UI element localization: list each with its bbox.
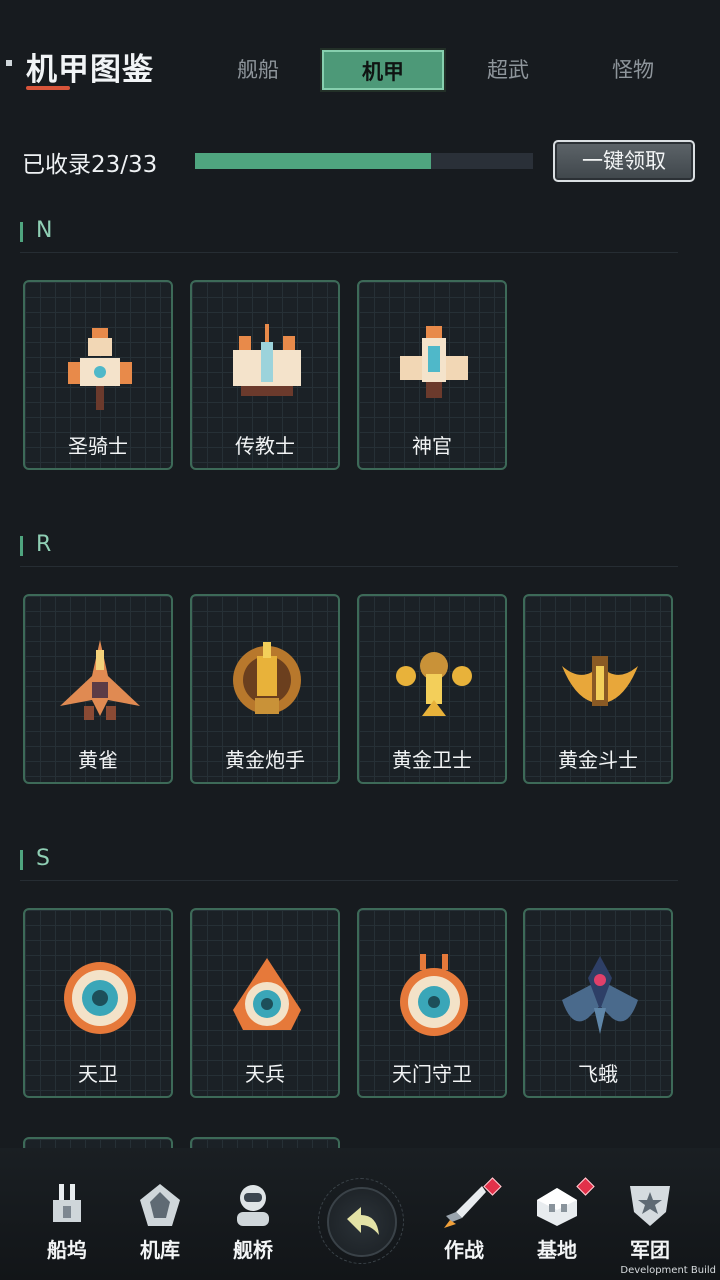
tab-ships[interactable]: 舰船: [197, 50, 319, 90]
title-underline: [26, 86, 70, 90]
notification-badge: [576, 1177, 595, 1196]
section-rarity-label: S: [36, 846, 50, 871]
section-marker: [20, 536, 23, 556]
development-build-label: Development Build: [620, 1265, 716, 1276]
tab-super-weapons[interactable]: 超武: [447, 50, 569, 90]
nav-label: 作战: [444, 1238, 484, 1262]
notification-badge: [483, 1177, 502, 1196]
mech-name: 神官: [412, 434, 452, 458]
section-marker: [20, 222, 23, 242]
mech-name: 天门守卫: [392, 1062, 472, 1086]
nav-battle[interactable]: 作战: [424, 1177, 504, 1268]
section-divider: [20, 252, 678, 253]
mech-card-paladin[interactable]: 圣骑士: [23, 280, 173, 470]
mech-name: 飞蛾: [578, 1062, 618, 1086]
legion-emblem-icon: [630, 1186, 670, 1226]
nav-label: 军团: [630, 1238, 670, 1262]
mech-card-golden-gunner[interactable]: 黄金炮手: [190, 594, 340, 784]
back-arrow-icon: [347, 1207, 379, 1235]
nav-base[interactable]: 基地: [517, 1177, 597, 1268]
nav-label: 机库: [140, 1238, 180, 1262]
section-divider: [20, 566, 678, 567]
title-marker: [6, 60, 12, 66]
missionary-mech-icon: [233, 324, 301, 396]
mech-name: 黄金斗士: [558, 748, 638, 772]
bridge-astronaut-icon: [237, 1185, 269, 1226]
mech-card-priest[interactable]: 神官: [357, 280, 507, 470]
paladin-mech-icon: [68, 328, 132, 410]
nav-label: 基地: [537, 1238, 577, 1262]
mech-card-sky-soldier[interactable]: 天兵: [190, 908, 340, 1098]
collection-progress-fill: [195, 153, 431, 169]
base-building-icon: [537, 1188, 577, 1226]
oriole-mech-icon: [60, 640, 140, 720]
collection-progress-label: 已收录23/33: [22, 152, 158, 178]
battle-rocket-icon: [444, 1186, 486, 1228]
section-marker: [20, 850, 23, 870]
nav-label: 船坞: [47, 1238, 87, 1262]
back-button[interactable]: [327, 1187, 397, 1257]
section-divider: [20, 880, 678, 881]
mech-card-missionary[interactable]: 传教士: [190, 280, 340, 470]
page-title: 机甲图鉴: [26, 52, 154, 88]
mech-card-oriole[interactable]: 黄雀: [23, 594, 173, 784]
golden-fighter-mech-icon: [562, 656, 638, 706]
tab-monsters[interactable]: 怪物: [572, 50, 694, 90]
collection-progress-bar: [195, 153, 533, 169]
mech-card-sky-guard[interactable]: 天卫: [23, 908, 173, 1098]
mech-name: 黄金卫士: [392, 748, 472, 772]
section-rarity-label: R: [36, 532, 52, 557]
mech-name: 传教士: [235, 434, 295, 458]
mech-name: 黄雀: [78, 748, 118, 772]
golden-guard-mech-icon: [396, 652, 472, 716]
header: 机甲图鉴 舰船 机甲 超武 怪物: [0, 0, 720, 110]
mech-card-moth[interactable]: 飞蛾: [523, 908, 673, 1098]
moth-mech-icon: [562, 956, 638, 1034]
nav-bridge[interactable]: 舰桥: [213, 1178, 293, 1268]
nav-label: 舰桥: [233, 1238, 273, 1262]
mech-name: 天兵: [245, 1062, 285, 1086]
nav-legion[interactable]: 军团: [610, 1178, 690, 1268]
claim-all-button[interactable]: 一键领取: [553, 140, 695, 182]
section-rarity-label: N: [36, 218, 53, 243]
priest-mech-icon: [400, 326, 468, 398]
mech-card-golden-fighter[interactable]: 黄金斗士: [523, 594, 673, 784]
nav-hangar[interactable]: 机库: [120, 1178, 200, 1268]
mech-name: 天卫: [78, 1062, 118, 1086]
sky-soldier-mech-icon: [233, 958, 301, 1030]
hangar-mech-icon: [140, 1184, 180, 1226]
mech-card-heaven-gate-guard[interactable]: 天门守卫: [357, 908, 507, 1098]
golden-gunner-mech-icon: [233, 642, 301, 714]
nav-dock[interactable]: 船坞: [27, 1178, 107, 1268]
mech-card-golden-guard[interactable]: 黄金卫士: [357, 594, 507, 784]
sky-guard-mech-icon: [64, 962, 136, 1034]
dock-ship-icon: [53, 1184, 81, 1222]
mech-name: 黄金炮手: [225, 748, 305, 772]
tab-mechs[interactable]: 机甲: [322, 50, 444, 90]
heaven-gate-guard-mech-icon: [400, 954, 468, 1036]
mech-name: 圣骑士: [68, 434, 128, 458]
